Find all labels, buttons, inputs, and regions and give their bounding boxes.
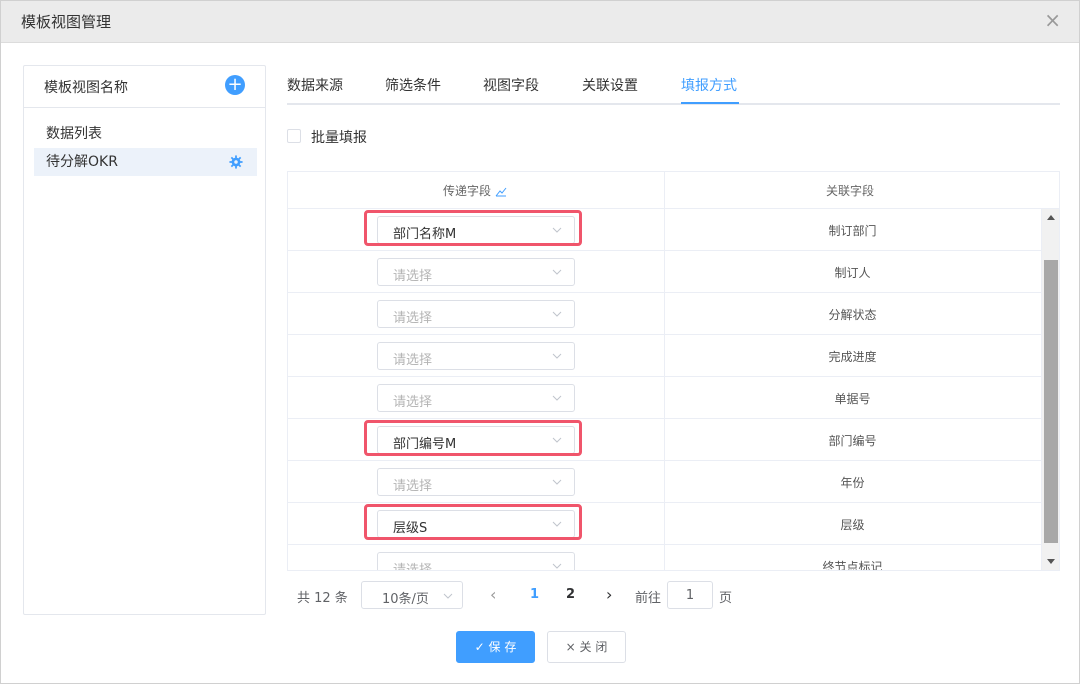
page-number-2[interactable]: 2 <box>566 587 575 602</box>
related-field-value: 单据号 <box>834 392 871 406</box>
pagination: 共 12 条 10条/页 ‹ 1 2 › 前往 页 <box>297 581 757 611</box>
batch-fill-checkbox[interactable] <box>287 129 301 143</box>
related-field-value: 层级 <box>840 518 865 532</box>
chevron-down-icon <box>552 311 562 317</box>
pass-field-select[interactable]: 请选择 <box>377 384 575 412</box>
field-mapping-table: 传递字段 关联字段 部门名称M 制订部门 请选择 制订人 请选择 分解状态 请选择 完成进度请… <box>287 171 1060 571</box>
table-header: 传递字段 关联字段 <box>288 172 1059 209</box>
table-row: 部门名称M 制订部门 <box>288 209 1041 251</box>
dialog-title: 模板视图管理 <box>21 13 112 31</box>
tab-data-source[interactable]: 数据来源 <box>287 75 343 95</box>
highlight-box <box>364 420 582 456</box>
related-field-value: 完成进度 <box>828 350 877 364</box>
sort-icon[interactable] <box>495 187 507 197</box>
chevron-down-icon <box>552 395 562 401</box>
tab-view-fields[interactable]: 视图字段 <box>483 75 539 95</box>
add-icon[interactable]: + <box>225 75 245 95</box>
chevron-down-icon <box>443 593 453 599</box>
pass-field-select[interactable]: 请选择 <box>377 300 575 328</box>
chevron-down-icon <box>552 563 562 569</box>
header-pass-field[interactable]: 传递字段 <box>443 182 507 199</box>
chevron-down-icon <box>552 479 562 485</box>
pass-field-select[interactable]: 部门名称M <box>364 210 582 246</box>
settings-tabs: 数据来源 筛选条件 视图字段 关联设置 填报方式 <box>287 63 1060 105</box>
dialog-header: 模板视图管理 × <box>1 1 1079 43</box>
table-row: 请选择 分解状态 <box>288 293 1041 335</box>
gear-icon[interactable] <box>229 155 243 169</box>
close-button[interactable]: × 关 闭 <box>547 631 626 663</box>
table-row: 请选择 终节点标记 <box>288 545 1041 571</box>
related-field-value: 年份 <box>840 476 865 490</box>
table-row: 部门编号M 部门编号 <box>288 419 1041 461</box>
select-placeholder: 请选择 <box>393 353 433 368</box>
tab-filter-conditions[interactable]: 筛选条件 <box>385 75 441 95</box>
pass-field-select[interactable]: 层级S <box>364 504 582 540</box>
select-placeholder: 请选择 <box>393 395 433 410</box>
page-size-select[interactable]: 10条/页 <box>361 581 463 609</box>
chevron-down-icon <box>552 353 562 359</box>
highlight-box <box>364 504 582 540</box>
table-row: 请选择 单据号 <box>288 377 1041 419</box>
next-page-icon[interactable]: › <box>606 585 618 605</box>
goto-label: 前往 <box>635 591 662 606</box>
table-row: 请选择 年份 <box>288 461 1041 503</box>
select-placeholder: 请选择 <box>393 311 433 326</box>
page-suffix: 页 <box>719 591 733 606</box>
scrollbar-thumb[interactable] <box>1044 260 1058 543</box>
select-placeholder: 请选择 <box>393 269 433 284</box>
related-field-value: 部门编号 <box>828 434 877 448</box>
template-view-list-panel: 模板视图名称 + 数据列表 待分解OKR <box>23 65 266 615</box>
scroll-up-icon[interactable] <box>1047 215 1055 220</box>
batch-fill-label: 批量填报 <box>311 130 367 146</box>
template-view-dialog: 模板视图管理 × 模板视图名称 + 数据列表 待分解OKR 数据来源 筛选条件 … <box>0 0 1080 684</box>
pass-field-select[interactable]: 部门编号M <box>364 420 582 456</box>
chevron-down-icon <box>552 269 562 275</box>
related-field-value: 制订部门 <box>828 224 877 238</box>
tab-relation-settings[interactable]: 关联设置 <box>582 75 638 95</box>
page-size-value: 10条/页 <box>382 592 429 607</box>
list-item-okr[interactable]: 待分解OKR <box>34 148 257 176</box>
related-field-value: 分解状态 <box>828 308 877 322</box>
list-item-label: 数据列表 <box>46 126 102 142</box>
prev-page-icon[interactable]: ‹ <box>490 585 502 605</box>
list-panel-title: 模板视图名称 <box>44 80 128 96</box>
highlight-box <box>364 210 582 246</box>
pagination-total: 共 12 条 <box>297 591 348 606</box>
pass-field-select[interactable]: 请选择 <box>377 552 575 571</box>
page-number-1[interactable]: 1 <box>530 587 539 602</box>
header-related-field: 关联字段 <box>826 184 875 198</box>
related-field-value: 终节点标记 <box>822 560 883 571</box>
related-field-value: 制订人 <box>834 266 871 280</box>
active-tab-indicator <box>681 102 739 104</box>
list-item-label: 待分解OKR <box>46 154 118 170</box>
table-row: 请选择 完成进度 <box>288 335 1041 377</box>
table-row: 层级S 层级 <box>288 503 1041 545</box>
tab-fill-method[interactable]: 填报方式 <box>681 75 737 95</box>
pass-field-select[interactable]: 请选择 <box>377 258 575 286</box>
pass-field-select[interactable]: 请选择 <box>377 342 575 370</box>
goto-page-input[interactable] <box>667 581 713 609</box>
table-row: 请选择 制订人 <box>288 251 1041 293</box>
select-placeholder: 请选择 <box>393 479 433 494</box>
close-icon[interactable]: × <box>1044 10 1061 30</box>
table-scrollbar[interactable] <box>1041 209 1059 570</box>
scroll-down-icon[interactable] <box>1047 559 1055 564</box>
list-item-data-list[interactable]: 数据列表 <box>34 120 257 148</box>
list-panel-header: 模板视图名称 + <box>24 66 265 108</box>
select-placeholder: 请选择 <box>393 563 433 571</box>
pass-field-select[interactable]: 请选择 <box>377 468 575 496</box>
save-button[interactable]: ✓ 保 存 <box>456 631 535 663</box>
